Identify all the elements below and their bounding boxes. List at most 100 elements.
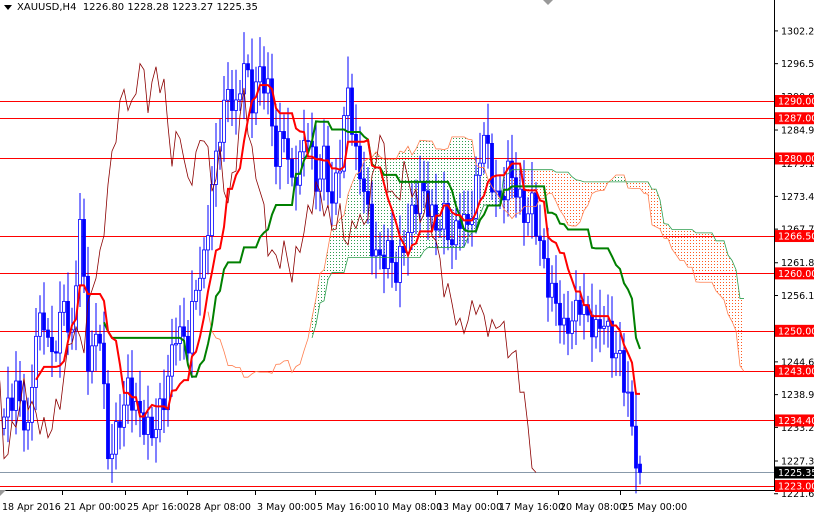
candle-body: [546, 258, 550, 298]
cloud-segment-bearish: [732, 260, 736, 331]
dropdown-triangle-icon[interactable]: [4, 4, 12, 10]
candle-body: [186, 335, 190, 354]
current-price-label: 1225.35: [778, 468, 814, 479]
candle-body: [430, 204, 434, 217]
candle-body: [58, 311, 62, 354]
cloud-segment-bearish: [688, 229, 692, 268]
candle-body: [130, 377, 134, 411]
candle-body: [346, 87, 350, 117]
cloud-segment-bullish: [332, 225, 336, 273]
cloud-segment-bearish: [576, 179, 580, 226]
candle-body: [194, 289, 198, 302]
candle-body: [630, 391, 634, 427]
cloud-segment-bullish: [364, 158, 368, 258]
candle-body: [634, 425, 638, 469]
candle-body: [306, 140, 310, 142]
candle-body: [530, 192, 534, 215]
candle-body: [386, 240, 390, 270]
cloud-segment-bearish: [640, 181, 644, 194]
cloud-segment-bullish: [328, 225, 332, 280]
candle-body: [378, 249, 382, 256]
candle-body: [438, 228, 442, 231]
candle-body: [354, 133, 358, 147]
candle-body: [534, 192, 538, 237]
candle-body: [246, 63, 250, 71]
cloud-segment-bullish: [620, 174, 624, 182]
candle-body: [526, 213, 530, 223]
cloud-segment-bearish: [636, 181, 640, 189]
candle-body: [542, 240, 546, 259]
candle-body: [274, 125, 278, 167]
candle-body: [398, 246, 402, 283]
candle-body: [118, 421, 122, 428]
candle-body: [226, 89, 230, 101]
candle-body: [170, 344, 174, 377]
candle-body: [518, 188, 522, 198]
candle-body: [362, 178, 366, 192]
candle-body: [198, 277, 202, 291]
candle-body: [234, 99, 238, 111]
cloud-segment-bearish: [596, 181, 600, 192]
price-tick-label: 1284.95: [781, 126, 814, 137]
price-tick-label: 1273.40: [781, 192, 814, 203]
candle-body: [146, 416, 150, 435]
candle-body: [566, 317, 570, 334]
candle-body: [394, 262, 398, 283]
candle-body: [66, 300, 70, 333]
candle-body: [46, 329, 50, 338]
candle-body: [602, 325, 606, 329]
price-tick-label: 1238.90: [781, 390, 814, 401]
candle-body: [590, 314, 594, 338]
candle-body: [14, 380, 18, 411]
cloud-segment-bearish: [700, 232, 704, 283]
cloud-segment-bullish: [616, 174, 620, 182]
cloud-segment-bearish: [704, 232, 708, 283]
cloud-segment-bearish: [540, 169, 544, 199]
candle-body: [598, 319, 602, 329]
time-tick-label: 25 Apr 16:00: [127, 502, 189, 513]
candle-body: [290, 158, 294, 178]
candle-body: [190, 301, 194, 354]
price-chart[interactable]: 1302.201296.501290.801284.951279.101273.…: [0, 0, 814, 514]
candle-body: [622, 350, 626, 393]
cloud-segment-bearish: [632, 181, 636, 189]
candle-body: [326, 145, 330, 193]
candle-body: [410, 204, 414, 233]
level-price-label: 1243.00: [778, 367, 814, 378]
price-tick-label: 1256.15: [781, 291, 814, 302]
candle-body: [626, 391, 630, 394]
candle-body: [2, 416, 6, 429]
candle-body: [562, 317, 566, 326]
cloud-segment-bullish: [396, 151, 400, 258]
time-tick-label: 28 Apr 08:00: [189, 502, 251, 513]
cloud-segment-bearish: [572, 176, 576, 226]
cloud-segment-bullish: [460, 136, 464, 248]
cloud-segment-bearish: [708, 232, 712, 283]
candle-body: [10, 397, 14, 411]
candle-body: [6, 397, 10, 418]
candle-body: [482, 134, 486, 164]
candle-body: [278, 131, 282, 167]
cloud-segment-bearish: [680, 229, 684, 261]
candle-body: [78, 219, 82, 287]
candle-body: [222, 99, 226, 143]
candle-body: [338, 170, 342, 174]
open-value: 1226.80: [82, 2, 125, 13]
candle-body: [258, 66, 262, 83]
candle-body: [606, 320, 610, 327]
candle-body: [550, 282, 554, 298]
candle-body: [514, 177, 518, 198]
level-price-label: 1260.00: [778, 269, 814, 280]
cloud-segment-bearish: [560, 172, 564, 217]
chart-origin-marker-icon: [0, 490, 6, 496]
candle-body: [182, 326, 186, 337]
candle-body: [486, 134, 490, 144]
candle-body: [210, 184, 214, 236]
time-tick-label: 3 May 00:00: [257, 502, 316, 513]
candle-body: [158, 398, 162, 430]
candle-body: [538, 235, 542, 242]
candle-body: [106, 383, 110, 460]
chart-shift-marker-icon[interactable]: [543, 0, 553, 5]
chart-title: XAUUSD,H4 1226.80 1228.28 1223.27 1225.3…: [4, 2, 258, 13]
cloud-segment-bullish: [320, 269, 324, 303]
